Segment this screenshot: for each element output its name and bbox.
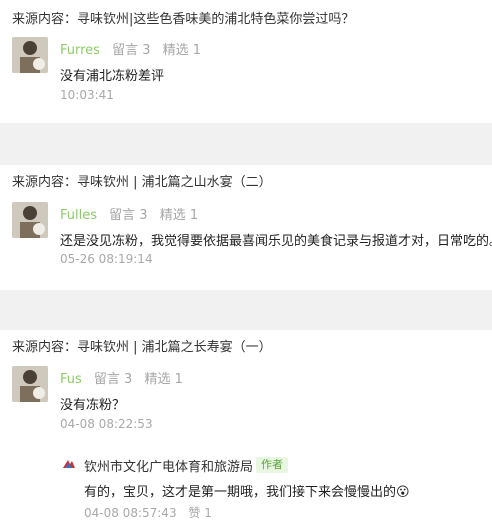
avatar[interactable] (12, 366, 48, 402)
comment-text: 还是没见冻粉，我觉得要依据最喜闻乐见的美食记录与报道才对，日常吃的。 (60, 234, 492, 249)
comment-text: 没有冻粉？ (60, 398, 126, 413)
source-link[interactable]: 来源内容：寻味钦州 | 浦北篇之长寿宴（一） (12, 336, 272, 355)
reply-time: 04-08 08:57:43 (84, 506, 177, 520)
comment-card: 来源内容：寻味钦州|这些色香味美的浦北特色菜你尝过吗？ Furres 留言 3 … (0, 0, 492, 120)
comment-list: 来源内容：寻味钦州|这些色香味美的浦北特色菜你尝过吗？ Furres 留言 3 … (0, 0, 492, 525)
comment-time: 10:03:41 (60, 88, 114, 102)
selected-count: 精选 1 (159, 208, 199, 223)
source-link[interactable]: 来源内容：寻味钦州|这些色香味美的浦北特色菜你尝过吗？ (12, 8, 354, 27)
message-count: 留言 3 (93, 372, 133, 387)
author-badge: 作者 (256, 457, 288, 473)
avatar[interactable] (12, 37, 48, 73)
comment-meta: Fulles 留言 3 精选 1 (60, 204, 206, 223)
comment-text: 没有浦北冻粉差评 (60, 69, 165, 84)
source-link[interactable]: 来源内容：寻味钦州 | 浦北篇之山水宴（二） (12, 171, 272, 190)
surprised-emoji-icon: 😮 (396, 485, 410, 500)
user-name[interactable]: Furres (60, 43, 100, 58)
comment-card: 来源内容：寻味钦州 | 浦北篇之山水宴（二） Fulles 留言 3 精选 1 … (0, 165, 492, 290)
user-name[interactable]: Fus (60, 372, 82, 387)
like-count[interactable]: 赞 1 (188, 506, 211, 520)
comment-meta: Furres 留言 3 精选 1 (60, 39, 209, 58)
avatar[interactable] (12, 202, 48, 238)
bureau-logo-icon (63, 460, 75, 468)
comment-time: 04-08 08:22:53 (60, 417, 153, 431)
message-count: 留言 3 (112, 43, 151, 58)
comment-time: 05-26 08:19:14 (60, 252, 153, 266)
reply-author-name[interactable]: 钦州市文化广电体育和旅游局 (84, 456, 253, 475)
comment-meta: Fus 留言 3 精选 1 (60, 368, 191, 387)
card-separator (0, 123, 492, 165)
card-separator (0, 290, 492, 330)
reply-meta: 04-08 08:57:43 赞 1 (84, 504, 220, 521)
user-name[interactable]: Fulles (60, 208, 97, 223)
reply-text: 有的，宝贝，这才是第一期哦，我们接下来会慢慢出的😮 (84, 485, 410, 500)
comment-card: 来源内容：寻味钦州 | 浦北篇之长寿宴（一） Fus 留言 3 精选 1 没有冻… (0, 330, 492, 525)
message-count: 留言 3 (109, 208, 148, 223)
selected-count: 精选 1 (162, 43, 202, 58)
selected-count: 精选 1 (144, 372, 183, 387)
